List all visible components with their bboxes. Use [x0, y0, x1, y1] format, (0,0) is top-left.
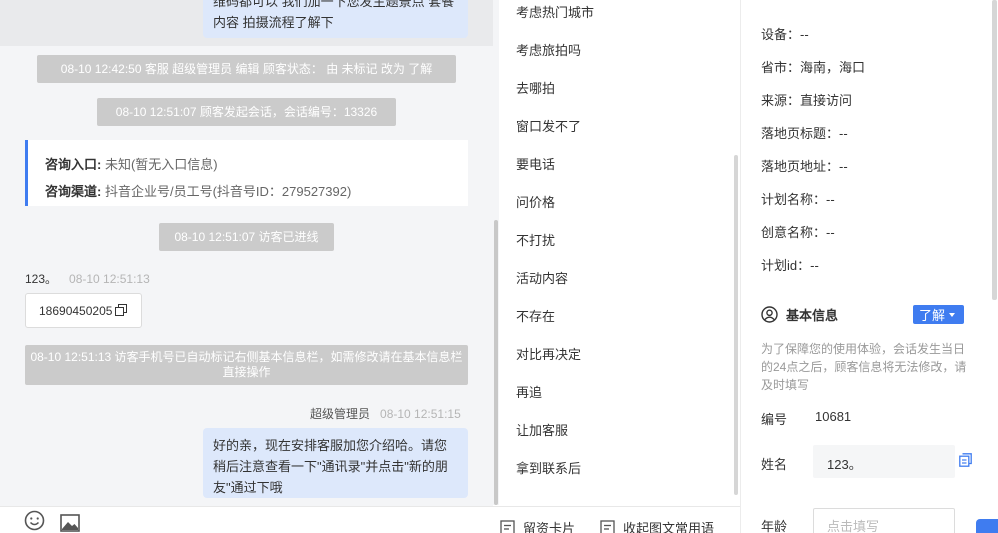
quick-reply-list: 考虑热门城市 考虑旅拍吗 去哪拍 窗口发不了 要电话 问价格 不打扰 活动内容 …	[499, 0, 740, 506]
copy-icon[interactable]	[115, 304, 127, 316]
agent-time: 08-10 12:51:15	[380, 407, 461, 421]
customer-info-panel: 设备：-- 省市：海南，海口 来源：直接访问 落地页标题：-- 落地页地址：--…	[740, 0, 998, 533]
info-label: 创意名称：	[761, 225, 827, 240]
id-value: 10681	[815, 409, 852, 424]
info-row-landing-title: 落地页标题：--	[761, 123, 848, 142]
system-message: 08-10 12:51:13 访客手机号已自动标记右侧基本信息栏，如需修改请在基…	[25, 345, 468, 385]
quick-reply-item[interactable]: 拿到联系后	[516, 458, 581, 477]
quick-reply-item[interactable]: 不存在	[516, 306, 555, 325]
copy-icon[interactable]	[959, 453, 972, 467]
info-row-source: 来源：直接访问	[761, 90, 852, 109]
quick-reply-item[interactable]: 活动内容	[516, 268, 568, 287]
info-value: --	[839, 159, 848, 174]
info-value: --	[826, 225, 835, 240]
entry-info-card: 咨询入口: 未知(暂无入口信息) 咨询渠道: 抖音企业号/员工号(抖音号ID：2…	[25, 140, 468, 206]
quick-reply-item[interactable]: 对比再决定	[516, 344, 581, 363]
agent-message-bubble: 维码都可以 我们加一下您发主题景点 套餐内容 拍摄流程了解下	[203, 0, 468, 38]
basic-info-header: 基本信息	[761, 305, 838, 324]
channel-label: 咨询渠道:	[45, 184, 102, 199]
info-value: 海南，海口	[800, 60, 866, 75]
age-field[interactable]: 点击填写	[813, 508, 955, 533]
entry-row: 咨询入口: 未知(暂无入口信息)	[45, 151, 468, 178]
section-title: 基本信息	[786, 308, 839, 323]
info-label: 计划名称：	[761, 192, 827, 207]
info-row-creative-name: 创意名称：--	[761, 222, 835, 241]
visitor-name: 123。	[25, 272, 58, 286]
info-value: --	[839, 126, 848, 141]
name-label: 姓名	[761, 457, 788, 472]
info-panel-scrollbar[interactable]	[992, 0, 997, 300]
channel-row: 咨询渠道: 抖音企业号/员工号(抖音号ID：279527392)	[45, 178, 468, 205]
system-message: 08-10 12:51:07 访客已进线	[159, 223, 334, 251]
customer-status-dropdown[interactable]: 了解	[913, 305, 964, 324]
info-row-landing-url: 落地页地址：--	[761, 156, 848, 175]
entry-label: 咨询入口:	[45, 157, 102, 172]
card-icon	[500, 520, 515, 533]
agent-name: 超级管理员	[310, 407, 371, 421]
info-value: --	[826, 192, 835, 207]
edit-notice: 为了保障您的使用体验，会话发生当日的24点之后，顾客信息将无法修改，请及时填写	[761, 342, 967, 392]
status-value: 了解	[919, 308, 946, 323]
info-label: 设备：	[761, 27, 801, 42]
agent-message-bubble: 好的亲，现在安排客服加您介绍哈。请您稍后注意查看一下"通讯录"并点击"新的朋友"…	[203, 428, 468, 498]
quick-reply-item[interactable]: 去哪拍	[516, 78, 555, 97]
chat-scrollbar[interactable]	[494, 220, 498, 505]
entry-value: 未知(暂无入口信息)	[104, 157, 218, 172]
collapse-phrases-button[interactable]: 收起图文常用语	[600, 518, 714, 533]
visitor-time: 08-10 12:51:13	[69, 272, 150, 286]
emoji-icon[interactable]	[24, 510, 45, 531]
channel-value: 抖音企业号/员工号(抖音号ID：279527392)	[104, 184, 352, 199]
quick-reply-scrollbar[interactable]	[734, 155, 738, 495]
info-label: 落地页标题：	[761, 126, 840, 141]
age-label: 年龄	[761, 519, 788, 533]
info-row-province: 省市：海南，海口	[761, 57, 865, 76]
leave-card-label: 留资卡片	[523, 521, 576, 533]
quick-reply-item[interactable]: 要电话	[516, 154, 555, 173]
leave-card-button[interactable]: 留资卡片	[500, 518, 575, 533]
quick-reply-item[interactable]: 考虑热门城市	[516, 2, 594, 21]
quick-reply-item[interactable]: 再追	[516, 382, 542, 401]
collapse-label: 收起图文常用语	[623, 521, 715, 533]
quick-reply-item[interactable]: 问价格	[516, 192, 555, 211]
list-icon	[600, 520, 615, 533]
visitor-header: 123。 08-10 12:51:13	[25, 270, 150, 287]
info-label: 落地页地址：	[761, 159, 840, 174]
info-value: --	[810, 258, 819, 273]
floating-action-button[interactable]	[976, 519, 998, 533]
quick-reply-item[interactable]: 考虑旅拍吗	[516, 40, 581, 59]
image-icon[interactable]	[60, 514, 80, 532]
info-label: 省市：	[761, 60, 801, 75]
quick-reply-item[interactable]: 不打扰	[516, 230, 555, 249]
info-label: 来源：	[761, 93, 801, 108]
info-value: --	[800, 27, 809, 42]
chat-panel: 维码都可以 我们加一下您发主题景点 套餐内容 拍摄流程了解下 08-10 12:…	[0, 0, 493, 533]
info-value: 直接访问	[800, 93, 853, 108]
caret-down-icon	[949, 312, 956, 317]
name-field[interactable]: 123。	[813, 445, 955, 478]
system-message: 08-10 12:42:50 客服 超级管理员 编辑 顾客状态： 由 未标记 改…	[37, 55, 456, 83]
info-row-plan-name: 计划名称：--	[761, 189, 835, 208]
info-row-device: 设备：--	[761, 24, 809, 43]
user-icon	[761, 306, 778, 323]
quick-reply-item[interactable]: 窗口发不了	[516, 116, 581, 135]
system-message: 08-10 12:51:07 顾客发起会话，会话编号：13326	[97, 98, 396, 126]
quick-reply-item[interactable]: 让加客服	[516, 420, 568, 439]
info-label: 计划id：	[761, 258, 811, 273]
phone-number: 18690450205	[39, 304, 113, 318]
info-row-plan-id: 计划id：--	[761, 255, 819, 274]
agent-header: 超级管理员 08-10 12:51:15	[310, 405, 461, 422]
id-label: 编号	[761, 412, 788, 427]
